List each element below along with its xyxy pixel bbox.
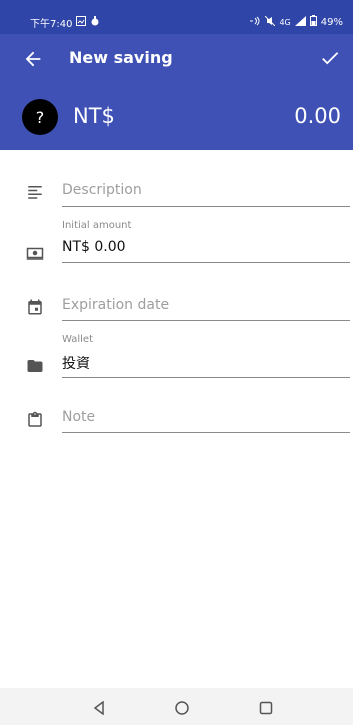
folder-icon xyxy=(26,357,44,375)
text-lines-icon xyxy=(26,183,44,201)
amount-header: ? NT$ 0.00 xyxy=(0,84,353,150)
signal-icon xyxy=(294,15,306,29)
expiration-date-field[interactable]: Expiration date xyxy=(62,297,169,313)
nav-home-icon[interactable] xyxy=(175,700,189,719)
status-time: 下午7:40 xyxy=(30,19,73,30)
app-bar: New saving xyxy=(0,34,353,84)
currency-avatar[interactable]: ? xyxy=(22,99,58,135)
nav-recents-icon[interactable] xyxy=(259,700,273,719)
network-type: 4G xyxy=(279,17,291,27)
back-arrow-icon[interactable] xyxy=(22,48,44,70)
battery-percent: 49% xyxy=(320,16,343,28)
initial-amount-underline xyxy=(62,262,350,263)
avatar-symbol: ? xyxy=(35,107,45,127)
initial-amount-field[interactable]: NT$ 0.00 xyxy=(62,239,126,255)
expiration-underline xyxy=(62,320,350,321)
calendar-icon xyxy=(26,298,44,316)
battery-icon xyxy=(309,15,317,29)
app-notification-icon xyxy=(90,16,100,29)
currency-label[interactable]: NT$ xyxy=(73,104,115,128)
note-field[interactable]: Note xyxy=(62,409,95,425)
system-nav-bar xyxy=(0,688,353,725)
money-icon xyxy=(26,244,44,262)
wallet-field[interactable]: 投資 xyxy=(62,353,90,373)
initial-amount-label: Initial amount xyxy=(62,220,132,231)
nfc-icon xyxy=(249,16,261,29)
amount-display[interactable]: 0.00 xyxy=(294,104,341,128)
clipboard-icon xyxy=(26,411,44,429)
description-field[interactable]: Description xyxy=(62,182,142,198)
save-check-icon[interactable] xyxy=(319,47,341,69)
image-notification-icon xyxy=(76,16,87,29)
nav-back-icon[interactable] xyxy=(92,700,106,719)
wallet-underline xyxy=(62,377,350,378)
mute-icon xyxy=(265,15,276,29)
page-title: New saving xyxy=(69,48,173,67)
status-bar: 下午7:40 4G 49% xyxy=(0,0,353,34)
note-underline xyxy=(62,432,350,433)
description-underline xyxy=(62,206,350,207)
wallet-label: Wallet xyxy=(62,334,94,345)
